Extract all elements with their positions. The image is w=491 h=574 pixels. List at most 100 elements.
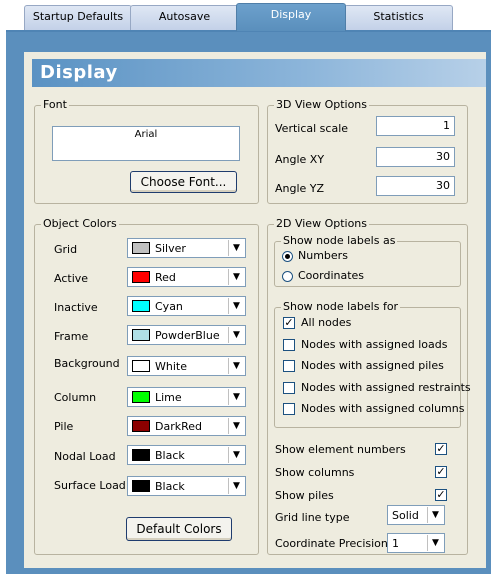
numbers-label: Numbers: [298, 249, 348, 262]
numbers-radio[interactable]: [282, 251, 293, 262]
show-columns-checkbox[interactable]: ✓: [435, 466, 447, 478]
columns-label: Nodes with assigned columns: [301, 402, 465, 415]
chevron-down-icon[interactable]: ▼: [228, 447, 244, 463]
frame-color-label: Frame: [54, 330, 89, 343]
tab-statistics[interactable]: Statistics: [344, 5, 453, 30]
vertical-scale-label: Vertical scale: [275, 122, 349, 135]
grid-color-select[interactable]: Silver ▼: [127, 238, 246, 258]
frame-color-value: PowderBlue: [155, 329, 220, 342]
loads-checkbox[interactable]: [283, 339, 295, 351]
view2d-group: 2D View Options Show node labels as Numb…: [267, 217, 471, 555]
all-nodes-label: All nodes: [301, 316, 352, 329]
nodal-load-color-value: Black: [155, 449, 185, 462]
font-group: Font Arial Choose Font...: [34, 98, 259, 204]
coordinates-radio[interactable]: [282, 271, 293, 282]
chevron-down-icon[interactable]: ▼: [228, 358, 244, 374]
angle-xy-input[interactable]: 30: [376, 147, 455, 167]
tab-display[interactable]: Display: [236, 3, 346, 31]
loads-label: Nodes with assigned loads: [301, 338, 448, 351]
chevron-down-icon[interactable]: ▼: [228, 240, 244, 256]
nodal-load-color-label: Nodal Load: [54, 450, 116, 463]
chevron-down-icon[interactable]: ▼: [228, 327, 244, 343]
pile-color-label: Pile: [54, 420, 74, 433]
columns-checkbox[interactable]: [283, 403, 295, 415]
coordinates-label: Coordinates: [298, 269, 365, 282]
page-title: Display: [32, 59, 486, 87]
coord-precision-select[interactable]: 1 ▼: [387, 533, 445, 553]
grid-line-type-label: Grid line type: [275, 511, 350, 524]
view3d-group-legend: 3D View Options: [274, 98, 370, 112]
background-color-value: White: [155, 360, 187, 373]
chevron-down-icon[interactable]: ▼: [228, 478, 244, 494]
font-group-legend: Font: [41, 98, 69, 112]
view3d-group: 3D View Options Vertical scale 1 Angle X…: [267, 98, 468, 204]
font-sample-box: Arial: [52, 126, 240, 161]
inactive-color-swatch: [132, 300, 150, 312]
column-color-label: Column: [54, 391, 97, 404]
angle-xy-label: Angle XY: [275, 153, 325, 166]
coord-precision-value: 1: [392, 537, 399, 550]
tab-startup-defaults[interactable]: Startup Defaults: [24, 5, 132, 30]
active-color-swatch: [132, 271, 150, 283]
show-piles-label: Show piles: [275, 489, 334, 502]
default-colors-button[interactable]: Default Colors: [126, 517, 232, 541]
show-columns-label: Show columns: [275, 466, 355, 479]
surface-load-color-swatch: [132, 480, 150, 492]
active-color-label: Active: [54, 272, 89, 285]
inactive-color-select[interactable]: Cyan ▼: [127, 296, 246, 316]
angle-yz-input[interactable]: 30: [376, 176, 455, 196]
active-color-select[interactable]: Red ▼: [127, 267, 246, 287]
labels-as-legend: Show node labels as: [281, 234, 398, 248]
surface-load-color-label: Surface Load: [54, 479, 126, 492]
all-nodes-checkbox[interactable]: ✓: [283, 317, 295, 329]
grid-line-type-select[interactable]: Solid ▼: [387, 505, 445, 525]
show-element-numbers-checkbox[interactable]: ✓: [435, 443, 447, 455]
background-color-label: Background: [54, 357, 120, 370]
active-color-value: Red: [155, 271, 176, 284]
nodal-load-color-swatch: [132, 449, 150, 461]
background-color-swatch: [132, 360, 150, 372]
show-piles-checkbox[interactable]: ✓: [435, 489, 447, 501]
chevron-down-icon[interactable]: ▼: [228, 389, 244, 405]
restraints-label: Nodes with assigned restraints: [301, 381, 471, 394]
show-element-numbers-label: Show element numbers: [275, 443, 406, 456]
piles-label: Nodes with assigned piles: [301, 359, 444, 372]
view2d-group-legend: 2D View Options: [274, 217, 370, 231]
chevron-down-icon[interactable]: ▼: [228, 418, 244, 434]
coord-precision-label: Coordinate Precision: [275, 537, 388, 550]
surface-load-color-value: Black: [155, 480, 185, 493]
restraints-checkbox[interactable]: [283, 382, 295, 394]
vertical-scale-input[interactable]: 1: [376, 116, 455, 136]
grid-color-swatch: [132, 242, 150, 254]
labels-for-legend: Show node labels for: [281, 300, 401, 314]
object-colors-legend: Object Colors: [41, 217, 119, 231]
column-color-value: Lime: [155, 391, 182, 404]
chevron-down-icon[interactable]: ▼: [228, 269, 244, 285]
object-colors-group: Object Colors Grid Silver ▼ Active Red ▼…: [34, 217, 259, 555]
grid-color-value: Silver: [155, 242, 186, 255]
chevron-down-icon[interactable]: ▼: [427, 507, 443, 523]
labels-as-group: Show node labels as Numbers Coordinates: [274, 234, 461, 287]
frame-color-swatch: [132, 329, 150, 341]
surface-load-color-select[interactable]: Black ▼: [127, 476, 246, 496]
grid-line-type-value: Solid: [392, 509, 419, 522]
chevron-down-icon[interactable]: ▼: [228, 298, 244, 314]
inactive-color-value: Cyan: [155, 300, 183, 313]
pile-color-value: DarkRed: [155, 420, 203, 433]
labels-for-group: Show node labels for ✓ All nodes Nodes w…: [274, 300, 471, 428]
angle-yz-label: Angle YZ: [275, 182, 325, 195]
column-color-swatch: [132, 391, 150, 403]
background-color-select[interactable]: White ▼: [127, 356, 246, 376]
chevron-down-icon[interactable]: ▼: [427, 535, 443, 551]
column-color-select[interactable]: Lime ▼: [127, 387, 246, 407]
inactive-color-label: Inactive: [54, 301, 98, 314]
grid-color-label: Grid: [54, 243, 78, 256]
tab-autosave[interactable]: Autosave: [130, 5, 239, 30]
frame-color-select[interactable]: PowderBlue ▼: [127, 325, 246, 345]
piles-checkbox[interactable]: [283, 360, 295, 372]
choose-font-button[interactable]: Choose Font...: [130, 171, 237, 193]
tab-strip: Startup Defaults Autosave Display Statis…: [0, 0, 491, 31]
nodal-load-color-select[interactable]: Black ▼: [127, 445, 246, 465]
pile-color-swatch: [132, 420, 150, 432]
pile-color-select[interactable]: DarkRed ▼: [127, 416, 246, 436]
